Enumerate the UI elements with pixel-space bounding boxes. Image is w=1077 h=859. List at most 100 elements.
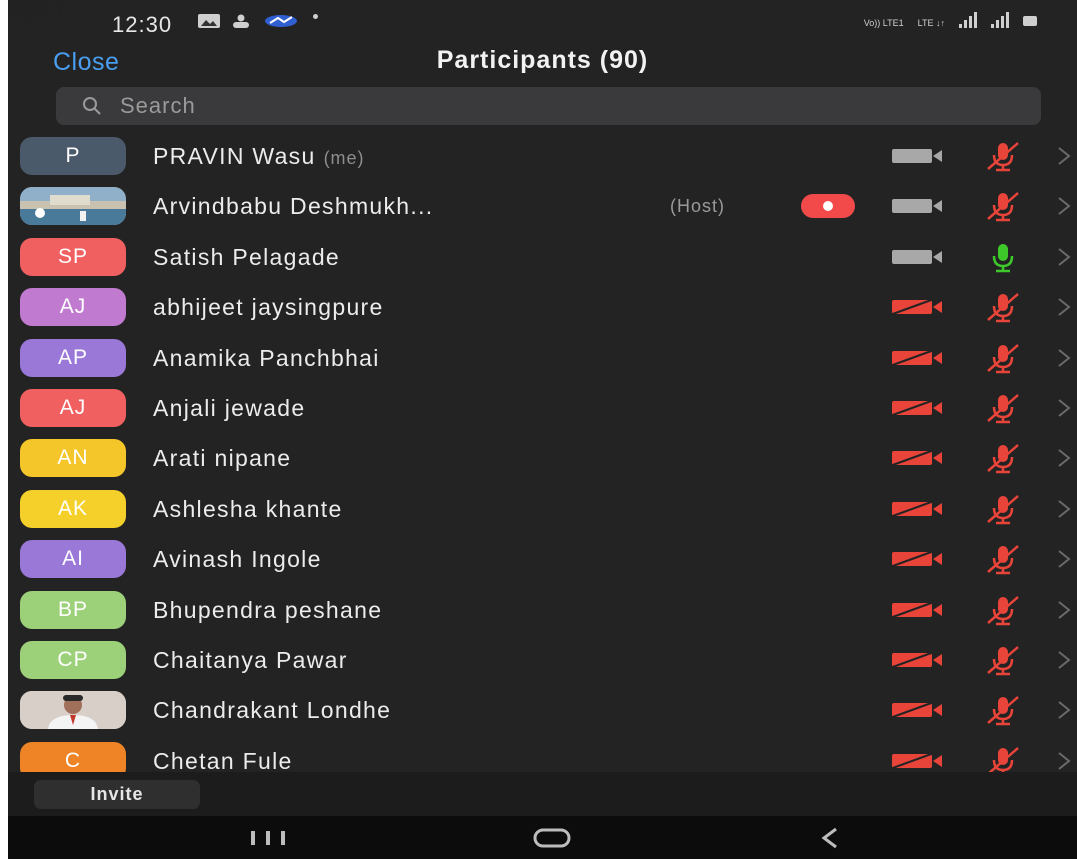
chevron-right-icon[interactable]: [1056, 750, 1072, 772]
avatar: [20, 187, 126, 226]
home-icon[interactable]: [532, 826, 572, 850]
participant-row[interactable]: CP Chaitanya Pawar: [8, 635, 1077, 685]
avatar: AI: [20, 540, 126, 579]
participant-name-container: Chaitanya Pawar: [153, 647, 348, 674]
overlay-text-fragment: ngg y: [8, 0, 67, 19]
participant-row[interactable]: AP Anamika Panchbhai: [8, 333, 1077, 383]
video-on-icon: [892, 249, 942, 264]
avatar-initials: BP: [57, 597, 88, 621]
mic-muted-icon: [987, 645, 1019, 676]
avatar-initials: AJ: [59, 395, 87, 419]
participant-name: Chetan Fule: [153, 747, 293, 774]
avatar-initials: AJ: [59, 295, 87, 319]
search-input[interactable]: [120, 93, 920, 119]
battery-icon: [1023, 16, 1037, 26]
participant-row[interactable]: Arvindbabu Deshmukh... (Host): [8, 181, 1077, 231]
participant-name-container: Avinash Ingole: [153, 546, 322, 573]
chevron-right-icon[interactable]: [1056, 145, 1072, 167]
video-off-icon: [889, 650, 942, 669]
video-off-icon: [889, 600, 942, 619]
host-tag: (Host): [670, 196, 725, 217]
participant-row[interactable]: Chandrakant Londhe: [8, 685, 1077, 735]
participant-name: Chaitanya Pawar: [153, 646, 348, 673]
chevron-right-icon[interactable]: [1056, 498, 1072, 520]
avatar-initials: AI: [62, 547, 84, 571]
bluetooth-device-icon: [233, 14, 249, 28]
chevron-right-icon[interactable]: [1056, 699, 1072, 721]
avatar-initials: P: [65, 144, 81, 167]
participant-name: PRAVIN Wasu: [153, 143, 316, 169]
participant-row[interactable]: P PRAVIN Wasu (me): [8, 131, 1077, 181]
participant-name-container: PRAVIN Wasu (me): [153, 143, 365, 170]
signal-bars-2-icon: [991, 12, 1009, 28]
avatar: BP: [20, 590, 126, 629]
participant-name: Anamika Panchbhai: [153, 344, 380, 371]
avatar-initials: AK: [57, 496, 88, 520]
avatar: AJ: [20, 288, 126, 327]
search-bar[interactable]: [56, 87, 1041, 125]
chevron-right-icon[interactable]: [1056, 246, 1072, 268]
video-off-icon: [889, 399, 942, 417]
avatar-initials: CP: [57, 647, 89, 671]
chevron-right-icon[interactable]: [1056, 397, 1072, 419]
video-off-icon: [889, 348, 942, 367]
chevron-right-icon[interactable]: [1056, 195, 1072, 217]
system-nav-bar: [8, 816, 1077, 859]
participant-name: Satish Pelagade: [153, 243, 341, 270]
avatar: AJ: [20, 388, 126, 427]
avatar-initials: SP: [57, 244, 88, 268]
participant-row[interactable]: AJ Anjali jewade: [8, 383, 1077, 433]
participant-name: Ashlesha khante: [153, 495, 343, 522]
chevron-right-icon[interactable]: [1056, 599, 1072, 621]
participant-name-container: Arvindbabu Deshmukh...: [153, 193, 433, 220]
video-off-icon: [889, 701, 942, 720]
participant-name: Arvindbabu Deshmukh...: [153, 193, 434, 220]
network-label: Vo)) LTE1: [863, 18, 904, 28]
chevron-right-icon[interactable]: [1056, 548, 1072, 570]
avatar: AK: [20, 489, 126, 528]
video-off-icon: [889, 298, 942, 317]
participant-row[interactable]: AK Ashlesha khante: [8, 484, 1077, 534]
mic-muted-icon: [987, 343, 1019, 373]
mic-muted-icon: [987, 394, 1019, 424]
network-label-2: LTE ↓↑: [917, 18, 945, 28]
signal-bars-icon: [959, 12, 977, 28]
participant-list: P PRAVIN Wasu (me) Arvindbabu Deshmukh... (H…: [8, 131, 1077, 786]
participant-name: Anjali jewade: [153, 394, 306, 421]
status-indicators: Vo)) LTE1 LTE ↓↑: [864, 12, 1037, 28]
chevron-right-icon[interactable]: [1056, 347, 1072, 369]
avatar: P: [20, 137, 126, 175]
chevron-right-icon[interactable]: [1056, 296, 1072, 318]
avatar: SP: [20, 237, 126, 276]
mic-muted-icon: [987, 545, 1019, 575]
mic-muted-icon: [987, 293, 1019, 323]
participant-row[interactable]: SP Satish Pelagade: [8, 232, 1077, 282]
bottom-toolbar: Invite: [8, 772, 1077, 816]
participant-name-container: Bhupendra peshane: [153, 597, 382, 624]
chevron-right-icon[interactable]: [1056, 447, 1072, 469]
participant-row[interactable]: AN Arati nipane: [8, 433, 1077, 483]
participant-name-container: Anjali jewade: [153, 395, 305, 422]
participant-row[interactable]: AI Avinash Ingole: [8, 534, 1077, 584]
chevron-right-icon[interactable]: [1056, 649, 1072, 671]
notification-dot-icon: [313, 14, 318, 19]
back-icon[interactable]: [816, 826, 846, 850]
mic-muted-icon: [987, 696, 1019, 726]
invite-button[interactable]: Invite: [34, 780, 200, 809]
avatar: [20, 691, 126, 730]
mic-muted-icon: [987, 142, 1019, 172]
participant-name-container: Chetan Fule: [153, 748, 293, 775]
page-title: Participants (90): [436, 46, 649, 74]
participant-row[interactable]: AJ abhijeet jaysingpure: [8, 282, 1077, 332]
avatar: AN: [20, 439, 126, 478]
recent-apps-icon[interactable]: [248, 826, 288, 850]
video-off-icon: [889, 449, 942, 468]
participant-name-container: abhijeet jaysingpure: [153, 294, 384, 321]
avatar-initials: C: [64, 748, 82, 772]
video-on-icon: [892, 149, 942, 163]
avatar: AP: [20, 338, 126, 377]
participant-name-container: Anamika Panchbhai: [153, 345, 380, 372]
gallery-icon: [198, 14, 220, 28]
participant-row[interactable]: BP Bhupendra peshane: [8, 585, 1077, 635]
participant-name-container: Satish Pelagade: [153, 244, 340, 271]
